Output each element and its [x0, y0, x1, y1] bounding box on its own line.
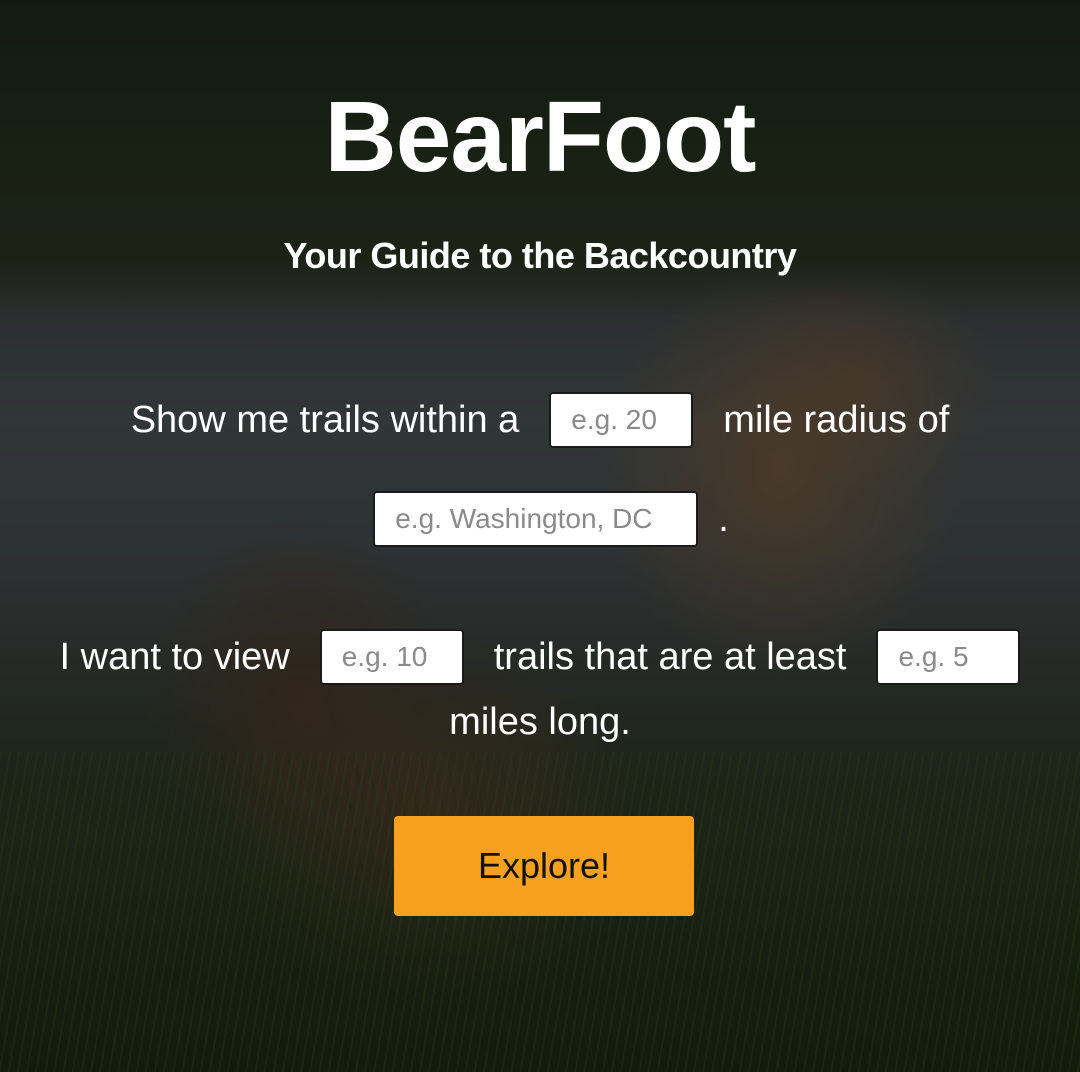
- trail-count-input[interactable]: [319, 629, 464, 685]
- page-subtitle: Your Guide to the Backcountry: [283, 235, 797, 276]
- radius-input[interactable]: [549, 392, 694, 448]
- length-suffix-text: miles long.: [449, 701, 631, 743]
- search-line-location: .: [0, 491, 1080, 547]
- search-line-length: miles long.: [0, 700, 1080, 744]
- radius-prefix-text: Show me trails within a: [130, 399, 520, 441]
- location-period-text: .: [718, 498, 729, 540]
- search-line-count: I want to view trails that are at least: [0, 629, 1080, 685]
- location-input[interactable]: [373, 491, 699, 547]
- page-title: BearFoot: [324, 81, 757, 193]
- hero-section: BearFoot Your Guide to the Backcountry S…: [0, 0, 1080, 1072]
- search-line-radius: Show me trails within a mile radius of: [0, 392, 1080, 448]
- trail-length-input[interactable]: [876, 629, 1021, 685]
- count-middle-text: trails that are at least: [493, 636, 847, 678]
- count-prefix-text: I want to view: [59, 636, 290, 678]
- explore-button[interactable]: Explore!: [394, 816, 694, 916]
- radius-suffix-text: mile radius of: [723, 399, 950, 441]
